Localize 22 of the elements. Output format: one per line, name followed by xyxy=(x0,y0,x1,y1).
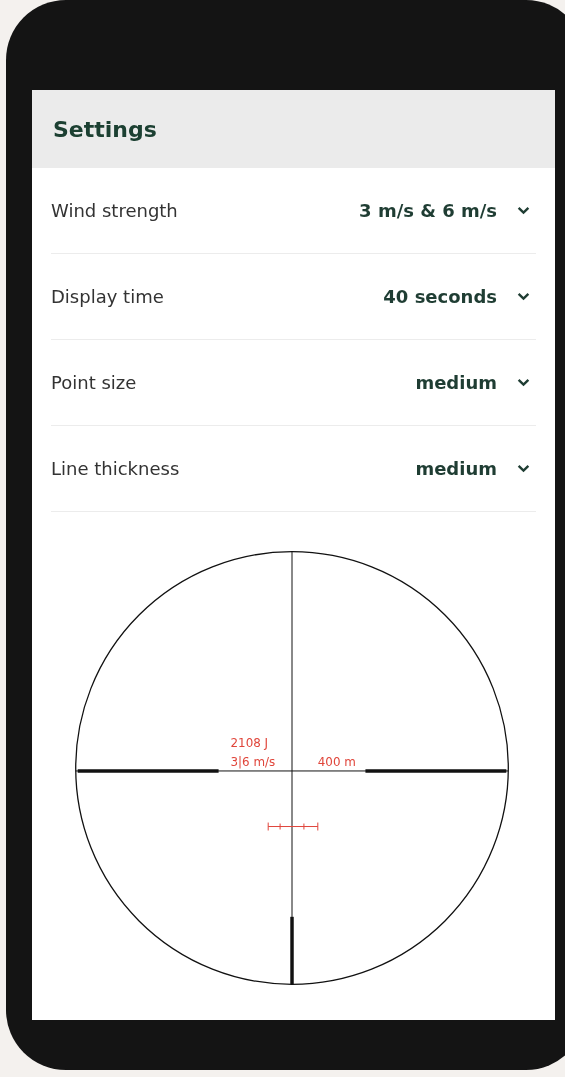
chevron-down-icon xyxy=(517,206,530,215)
distance-reading: 400 m xyxy=(317,755,356,769)
setting-value: medium xyxy=(415,458,497,479)
setting-row[interactable]: Wind strength 3 m/s & 6 m/s xyxy=(51,168,536,254)
wind-reading: 3|6 m/s xyxy=(230,755,276,769)
setting-label: Display time xyxy=(51,286,165,307)
windage-scale xyxy=(267,822,319,831)
setting-value: medium xyxy=(415,372,497,393)
setting-value: 3 m/s & 6 m/s xyxy=(359,200,497,221)
energy-reading: 2108 J xyxy=(230,736,269,751)
setting-value: 40 seconds xyxy=(383,286,497,307)
setting-row[interactable]: Line thickness medium xyxy=(51,426,536,512)
setting-label: Line thickness xyxy=(51,458,181,479)
chevron-down-icon xyxy=(517,464,530,473)
setting-label: Wind strength xyxy=(51,200,179,221)
chevron-down-icon xyxy=(517,292,530,301)
setting-row[interactable]: Display time 40 seconds xyxy=(51,254,536,340)
setting-label: Point size xyxy=(51,372,138,393)
screen-title: Settings xyxy=(53,116,157,142)
chevron-down-icon xyxy=(517,378,530,387)
thick-post xyxy=(290,916,294,985)
setting-row[interactable]: Point size medium xyxy=(51,340,536,426)
